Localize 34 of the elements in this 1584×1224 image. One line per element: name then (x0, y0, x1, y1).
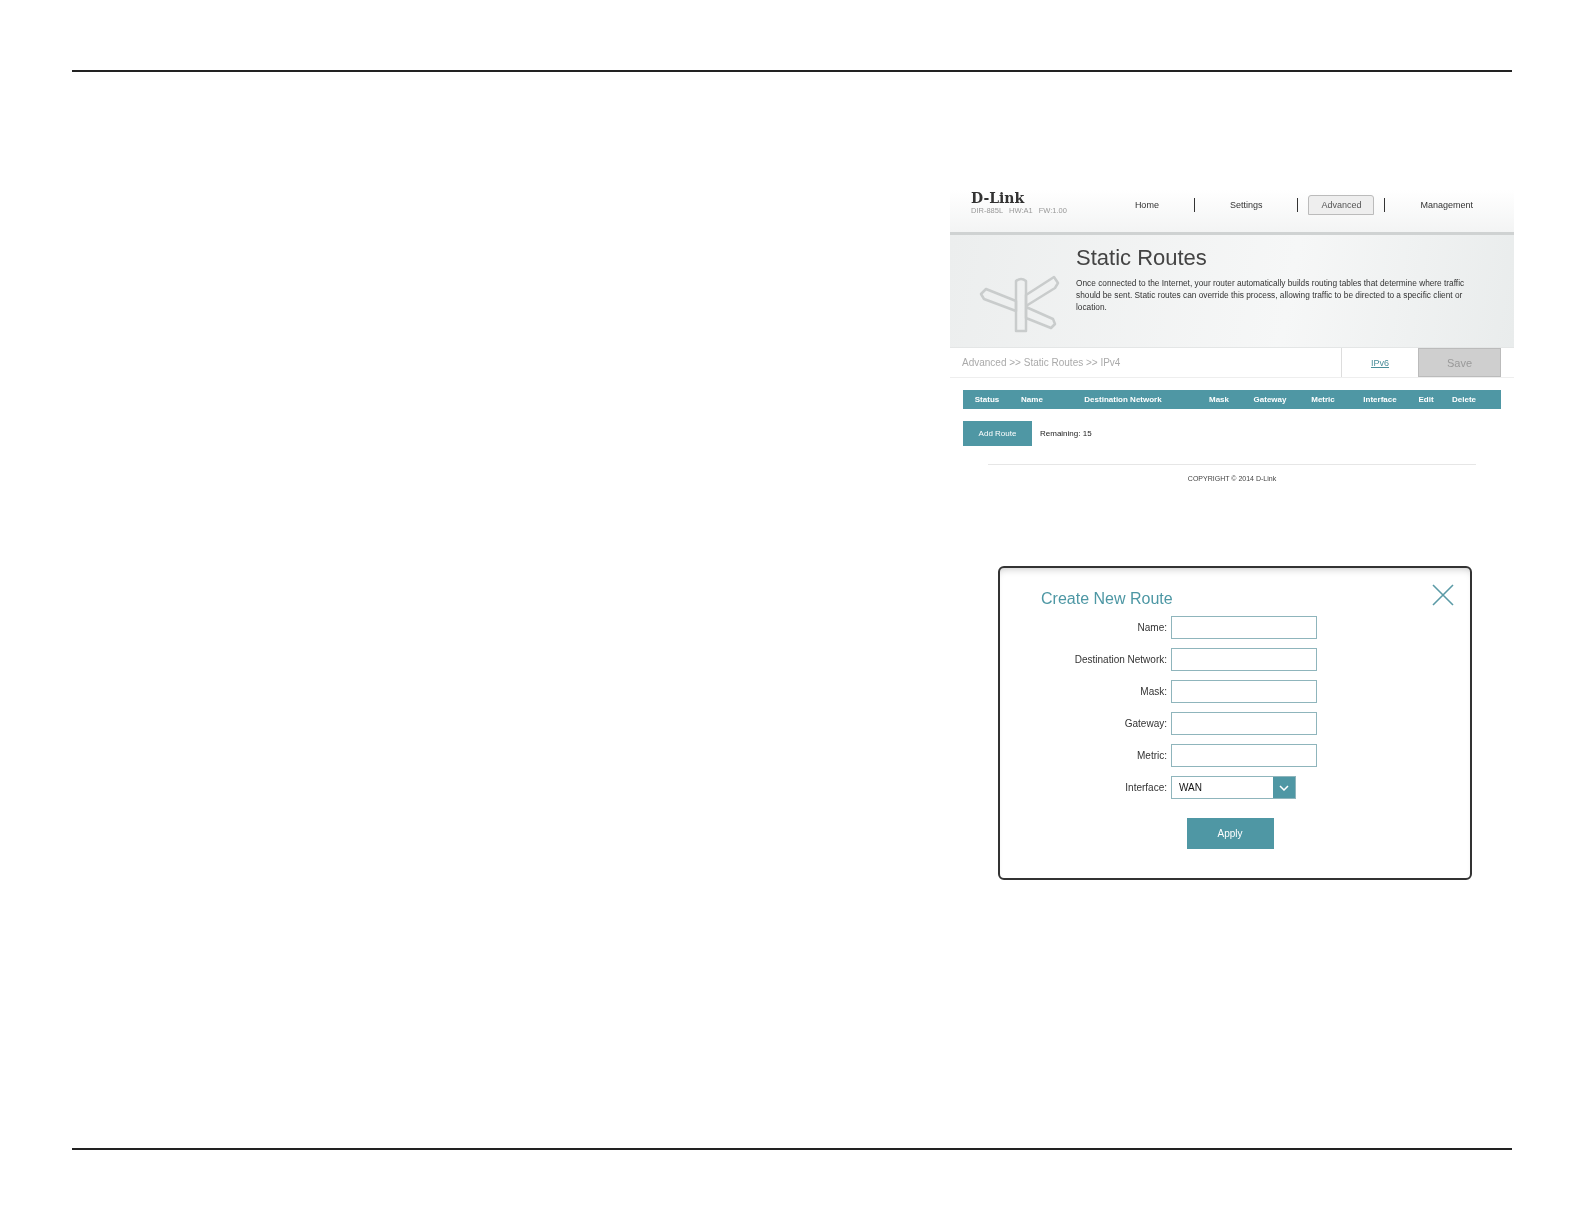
remaining-count: Remaining: 15 (1040, 429, 1092, 438)
dropdown[interactable]: WAN (1171, 776, 1296, 799)
field-label: Metric: (1137, 750, 1167, 761)
column-header: Name (1020, 395, 1044, 404)
nav-tab[interactable]: Settings (1216, 195, 1276, 215)
field-label: Name: (1137, 622, 1167, 633)
input-field[interactable] (1171, 648, 1317, 671)
ipv6-link[interactable]: IPv6 (1371, 357, 1389, 368)
nav-tab[interactable]: Management (1407, 195, 1486, 215)
field-label: Mask: (1140, 686, 1167, 697)
column-header: Edit (1417, 395, 1435, 404)
page-description: Once connected to the Internet, your router automatically builds routing tables that determine where traffic should be sent. Static routes can override this process, allowing traffic to be directed to a specific client or location. (1076, 277, 1466, 313)
column-header: Gateway (1252, 395, 1288, 404)
input-field[interactable] (1171, 616, 1317, 639)
input-field[interactable] (1171, 680, 1317, 703)
dialog-title: Create New Route (1041, 590, 1173, 608)
column-header: Destination Network (1083, 395, 1163, 404)
column-header: Interface (1362, 395, 1398, 404)
input-field[interactable] (1171, 744, 1317, 767)
nav-tab[interactable]: Home (1121, 195, 1172, 215)
field-label: Destination Network: (1074, 654, 1167, 665)
column-header: Metric (1310, 395, 1336, 404)
caret-icon (1279, 784, 1289, 791)
column-header: Mask (1208, 395, 1230, 404)
nav-tab[interactable]: Advanced (1308, 195, 1375, 215)
column-header: Status (973, 395, 1001, 404)
close-icon[interactable] (1432, 584, 1454, 606)
input-field[interactable] (1171, 712, 1317, 735)
logo: D-Link (971, 190, 1026, 206)
page-title: Static Routes (1076, 245, 1208, 271)
column-header: Delete (1451, 395, 1477, 404)
field-label: Interface: (1125, 782, 1167, 793)
breadcrumb: Advanced >> Static Routes >> IPv4 (961, 357, 1122, 368)
field-label: Gateway: (1124, 718, 1167, 729)
